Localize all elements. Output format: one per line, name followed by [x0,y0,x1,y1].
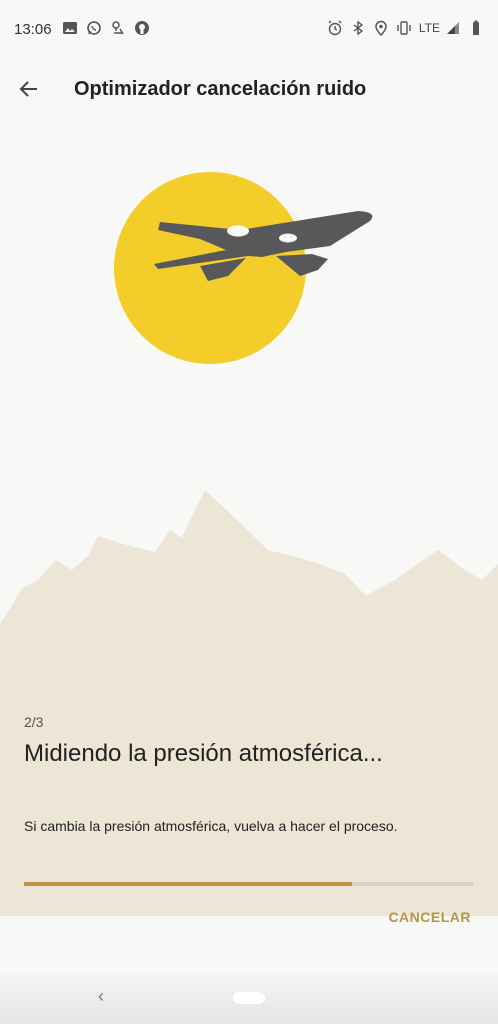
image-icon [63,22,77,34]
signal-icon [447,22,459,34]
nav-home-pill[interactable] [233,992,265,1004]
step-indicator: 2/3 [24,714,44,730]
nav-back-icon[interactable]: ‹ [98,986,104,1007]
navigation-bar: ‹ [0,974,498,1024]
progress-bar [24,882,473,886]
progress-bar-fill [24,882,352,886]
status-description: Si cambia la presión atmosférica, vuelva… [24,818,398,834]
alarm-icon [328,20,342,36]
back-button[interactable] [14,74,44,104]
arrow-back-icon [19,81,37,97]
progress-panel: 2/3 Midiendo la presión atmosférica... S… [0,694,498,916]
network-type: LTE [418,21,440,35]
app-bar: Optimizador cancelación ruido [0,60,498,118]
maps-icon [112,21,124,35]
battery-icon [473,20,479,35]
github-icon [135,21,149,35]
page-title: Optimizador cancelación ruido [74,78,367,100]
airplane-illustration [0,172,498,698]
bluetooth-icon [353,20,364,36]
status-bar: 13:06 LTE [0,0,498,60]
vibrate-icon [397,21,411,35]
cancel-button[interactable]: CANCELAR [388,909,471,925]
status-headline: Midiendo la presión atmosférica... [24,740,383,767]
status-time: 13:06 [14,21,52,38]
whatsapp-icon [87,21,101,35]
mountains-shape [0,490,498,698]
location-icon [375,20,387,36]
